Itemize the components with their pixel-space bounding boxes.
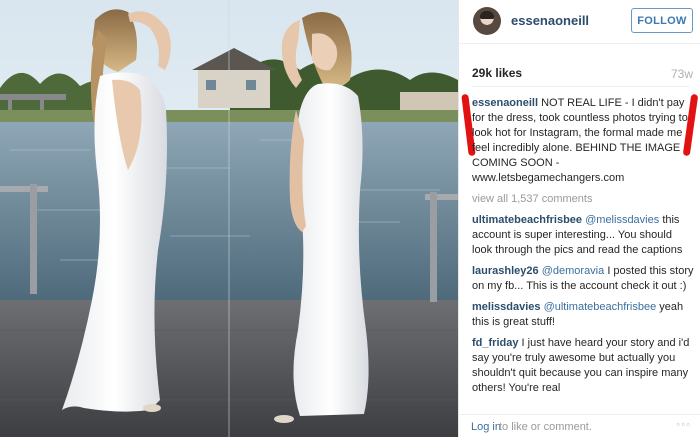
login-prompt-text: to like or comment. [499,421,592,433]
comments-list: essenaoneill NOT REAL LIFE - I didn't pa… [472,96,694,402]
divider [472,86,690,87]
login-link[interactable]: Log in [471,421,501,433]
comment-username[interactable]: ultimatebeachfrisbee [472,214,582,226]
list-item: melissdavies @ultimatebeachfrisbee yeah … [472,300,694,330]
comment-mention[interactable]: @demoravia [542,265,605,277]
follow-button[interactable]: FOLLOW [631,8,693,33]
view-all-comments-link[interactable]: view all 1,537 comments [472,192,694,207]
caption: essenaoneill NOT REAL LIFE - I didn't pa… [472,96,694,186]
caption-text: NOT REAL LIFE - I didn't pay for the dre… [472,97,688,184]
post-photo[interactable] [0,0,458,437]
header-username[interactable]: essenaoneill [511,13,589,28]
comment-username[interactable]: laurashley26 [472,265,539,277]
like-count[interactable]: 29k likes [472,66,522,80]
post-header: essenaoneill FOLLOW [459,0,700,44]
comment-mention[interactable]: @ultimatebeachfrisbee [544,301,657,313]
comment-username[interactable]: melissdavies [472,301,541,313]
post-footer: Log in to like or comment. ◦◦◦ [459,414,700,437]
list-item: ultimatebeachfrisbee @melissdavies this … [472,213,694,258]
list-item: fd_friday I just have heard your story a… [472,336,694,396]
comment-username[interactable]: fd_friday [472,337,518,349]
list-item: laurashley26 @demoravia I posted this st… [472,264,694,294]
photo-illustration [0,0,458,437]
post-age[interactable]: 73w [671,67,693,81]
caption-username[interactable]: essenaoneill [472,97,538,109]
ellipsis-icon[interactable]: ◦◦◦ [676,419,691,431]
post-side-panel: essenaoneill FOLLOW 29k likes 73w essena… [458,0,700,437]
comment-mention[interactable]: @melissdavies [585,214,659,226]
avatar[interactable] [473,7,501,35]
